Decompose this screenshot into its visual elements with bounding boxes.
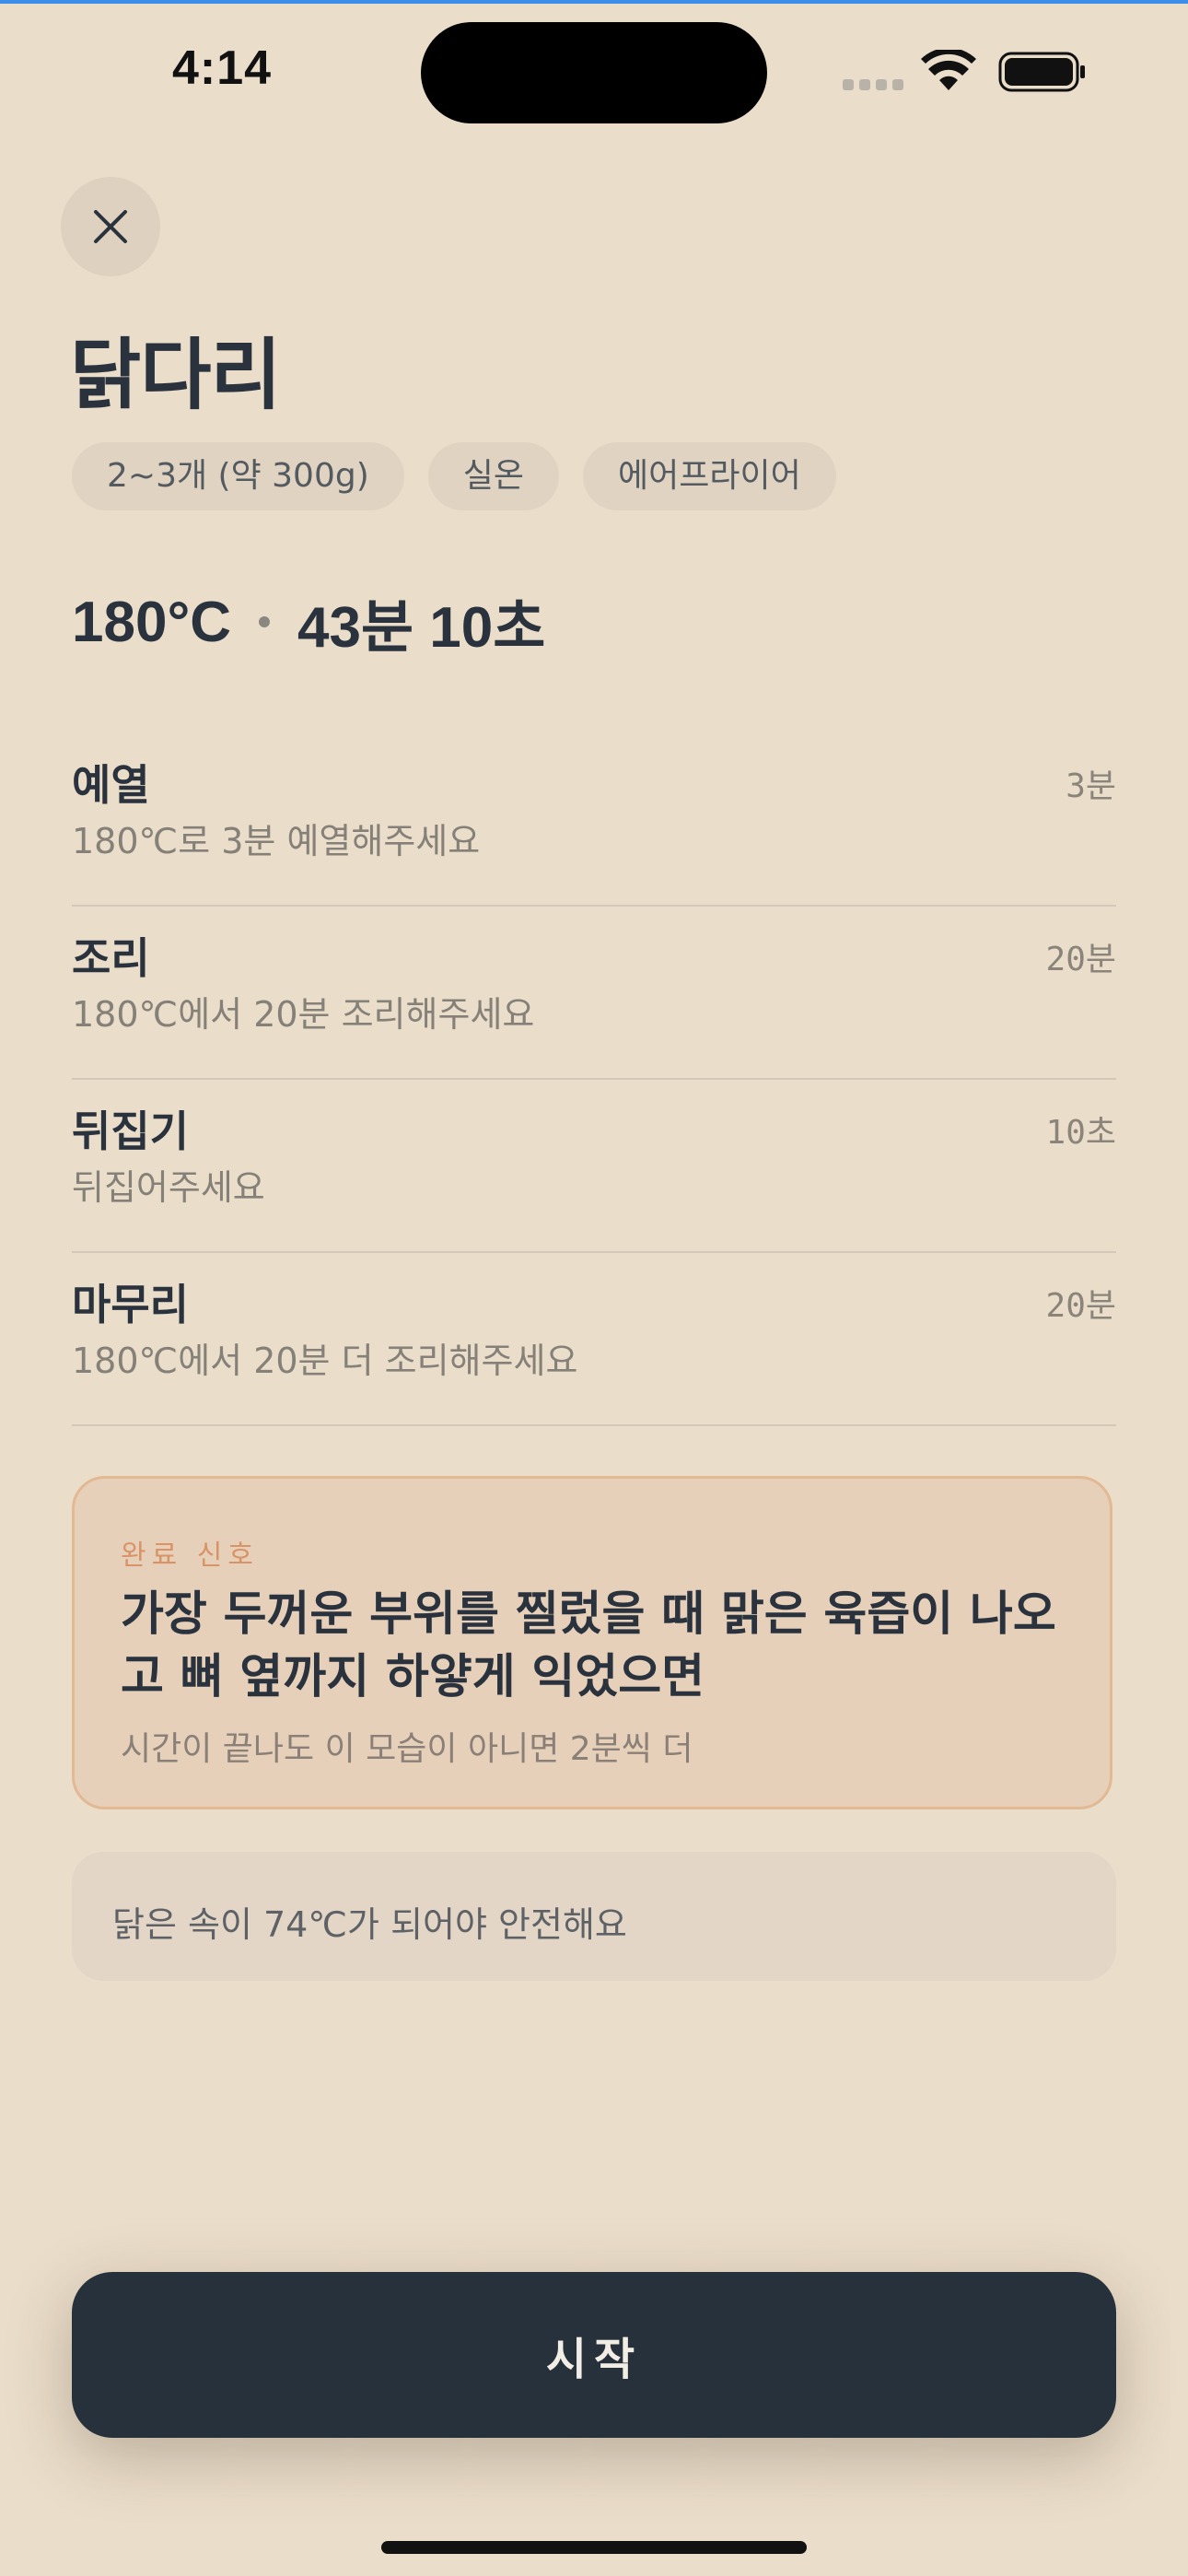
completion-signal-card: 완료 신호 가장 두꺼운 부위를 찔렀을 때 맑은 육즙이 나오고 뼈 옆까지 …	[72, 1476, 1112, 1809]
chip-temperature-state: 실온	[427, 442, 560, 510]
summary-temperature: 180°C	[72, 590, 232, 654]
step-duration: 20분	[1045, 1287, 1116, 1325]
recipe-chips: 2~3개 (약 300g) 실온 에어프라이어	[72, 442, 836, 510]
dynamic-island	[421, 22, 767, 123]
step-name: 조리	[72, 933, 150, 983]
start-button-label: 시작	[545, 2334, 643, 2385]
step-description: 뒤집어주세요	[72, 1167, 265, 1208]
step-description: 180℃에서 20분 더 조리해주세요	[72, 1341, 578, 1381]
step-item: 예열 180℃로 3분 예열해주세요 3분	[72, 733, 1116, 907]
step-name: 예열	[72, 760, 150, 810]
wifi-icon	[921, 50, 976, 90]
safety-note-text: 닭은 속이 74℃가 되어야 안전해요	[112, 1904, 627, 1945]
chip-appliance: 에어프라이어	[583, 442, 836, 510]
close-button[interactable]	[61, 177, 160, 276]
home-indicator[interactable]	[381, 2541, 807, 2554]
step-duration: 20분	[1045, 941, 1116, 978]
step-item: 조리 180℃에서 20분 조리해주세요 20분	[72, 907, 1116, 1080]
step-list: 예열 180℃로 3분 예열해주세요 3분 조리 180℃에서 20분 조리해주…	[72, 733, 1116, 1426]
cooking-summary: 180°C 43분 10초	[72, 580, 545, 663]
top-accent-line	[0, 0, 1188, 4]
completion-signal-text: 가장 두꺼운 부위를 찔렀을 때 맑은 육즙이 나오고 뼈 옆까지 하얗게 익었…	[121, 1587, 1056, 1704]
summary-total-time: 43분 10초	[297, 596, 546, 660]
completion-signal-subtext: 시간이 끝나도 이 모습이 아니면 2분씩 더	[121, 1730, 693, 1768]
separator-dot	[259, 616, 271, 627]
cellular-signal-icon	[843, 79, 905, 92]
step-duration: 10초	[1045, 1114, 1116, 1152]
step-item: 뒤집기 뒤집어주세요 10초	[72, 1080, 1116, 1253]
status-time: 4:14	[172, 41, 273, 95]
step-name: 마무리	[72, 1280, 189, 1329]
completion-signal-label: 완료 신호	[121, 1540, 259, 1572]
battery-icon	[998, 52, 1085, 92]
chip-quantity: 2~3개 (약 300g)	[72, 442, 404, 510]
step-name: 뒤집기	[72, 1107, 189, 1156]
step-item: 마무리 180℃에서 20분 더 조리해주세요 20분	[72, 1253, 1116, 1426]
safety-note: 닭은 속이 74℃가 되어야 안전해요	[72, 1852, 1116, 1981]
step-duration: 3분	[1066, 767, 1116, 805]
step-description: 180℃로 3분 예열해주세요	[72, 821, 481, 861]
close-icon	[94, 210, 127, 243]
start-button[interactable]: 시작	[72, 2272, 1116, 2438]
page-title: 닭다리	[70, 330, 282, 420]
step-description: 180℃에서 20분 조리해주세요	[72, 994, 535, 1035]
